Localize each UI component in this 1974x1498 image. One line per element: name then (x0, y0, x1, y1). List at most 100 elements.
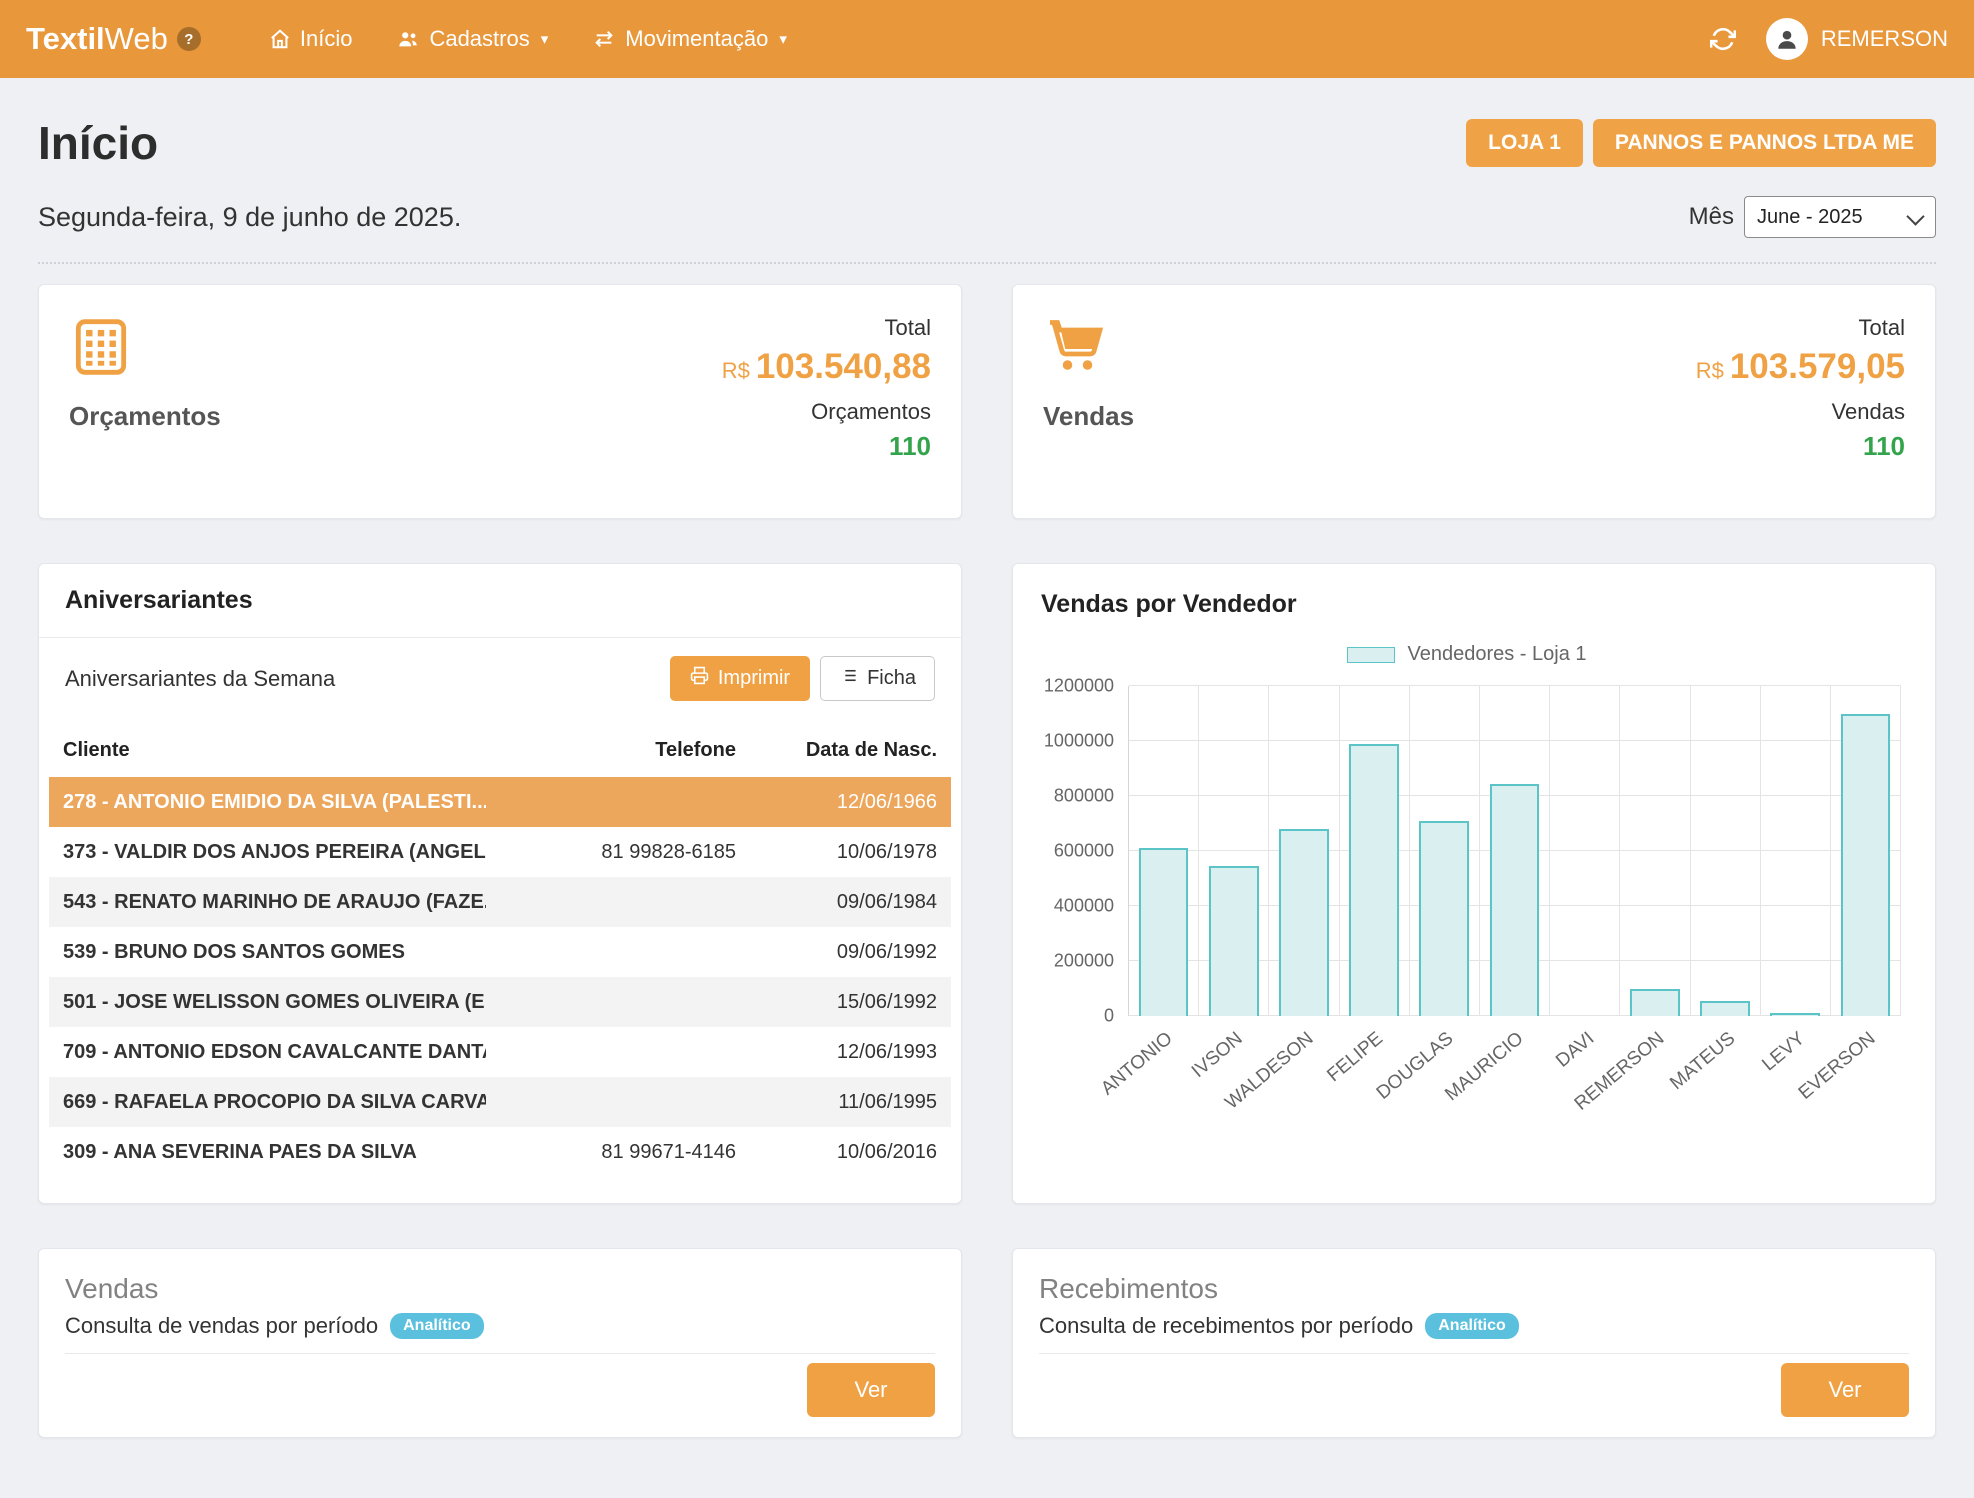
ver-recebimentos-button[interactable]: Ver (1781, 1363, 1909, 1417)
brand-light: Web (105, 21, 168, 57)
nav-item-label: Início (300, 26, 353, 52)
table-row[interactable]: 309 - ANA SEVERINA PAES DA SILVA 81 9967… (49, 1127, 951, 1177)
legend-swatch (1347, 647, 1395, 663)
chart-y-labels: 020000040000060000080000010000001200000 (1033, 686, 1128, 1016)
chart-plot (1128, 686, 1901, 1016)
nav-item-cadastros[interactable]: Cadastros ▾ (374, 0, 570, 78)
bar-mateus (1700, 1001, 1750, 1016)
summary-card-name: Orçamentos (69, 401, 221, 432)
table-row[interactable]: 373 - VALDIR DOS ANJOS PEREIRA (ANGELA) … (49, 827, 951, 877)
count-label: Orçamentos (722, 399, 931, 425)
nav-items: Início Cadastros ▾ Movimentação ▾ (247, 0, 809, 78)
cell-cliente: 278 - ANTONIO EMIDIO DA SILVA (PALESTI..… (49, 791, 486, 814)
table-header: Cliente Telefone Data de Nasc. (49, 723, 951, 777)
bar-mauricio (1490, 784, 1540, 1016)
count-value: 110 (1696, 431, 1905, 462)
recebimentos-report-card: Recebimentos Consulta de recebimentos po… (1012, 1248, 1936, 1438)
table-row[interactable]: 539 - BRUNO DOS SANTOS GOMES 09/06/1992 (49, 927, 951, 977)
chart-bar-slot (1831, 686, 1901, 1016)
cell-cliente: 309 - ANA SEVERINA PAES DA SILVA (49, 1141, 486, 1164)
month-select[interactable]: June - 2025 (1744, 196, 1936, 238)
chart-bar-slot (1410, 686, 1480, 1016)
chart-bar-slot (1269, 686, 1339, 1016)
bar-ivson (1209, 866, 1259, 1016)
chart-legend[interactable]: Vendedores - Loja 1 (1033, 643, 1901, 666)
print-button[interactable]: Imprimir (670, 656, 810, 701)
total-amount: 103.540,88 (756, 347, 931, 386)
table-row[interactable]: 543 - RENATO MARINHO DE ARAUJO (FAZE... … (49, 877, 951, 927)
chart-x-labels: ANTONIOIVSONWALDESONFELIPEDOUGLASMAURICI… (1128, 1016, 1901, 1100)
refresh-icon[interactable] (1706, 22, 1740, 56)
card-vendas: Vendas Total R$103.579,05 Vendas 110 (1012, 284, 1936, 519)
navbar: TextilWeb ? Início Cadastros ▾ Movimenta… (0, 0, 1974, 78)
cell-data: 12/06/1993 (736, 1041, 951, 1064)
cell-cliente: 501 - JOSE WELISSON GOMES OLIVEIRA (E... (49, 991, 486, 1014)
caret-down-icon: ▾ (541, 30, 549, 48)
nav-item-inicio[interactable]: Início (247, 0, 375, 78)
printer-icon (690, 666, 709, 691)
cell-cliente: 669 - RAFAELA PROCOPIO DA SILVA CARVA... (49, 1091, 486, 1114)
cell-data: 09/06/1992 (736, 941, 951, 964)
nav-item-movimentacao[interactable]: Movimentação ▾ (570, 0, 809, 78)
divider (65, 1353, 935, 1354)
total-label: Total (1696, 315, 1905, 341)
store-button[interactable]: LOJA 1 (1466, 119, 1583, 167)
help-icon[interactable]: ? (177, 27, 201, 51)
print-button-label: Imprimir (718, 667, 790, 690)
current-date: Segunda-feira, 9 de junho de 2025. (38, 202, 461, 233)
divider (1039, 1353, 1909, 1354)
chart-bar-slot (1129, 686, 1199, 1016)
ficha-button[interactable]: Ficha (820, 656, 935, 701)
cell-cliente: 709 - ANTONIO EDSON CAVALCANTE DANTAS (49, 1041, 486, 1064)
nav-item-label: Cadastros (429, 26, 529, 52)
table-row[interactable]: 278 - ANTONIO EMIDIO DA SILVA (PALESTI..… (49, 777, 951, 827)
company-button[interactable]: PANNOS E PANNOS LTDA ME (1593, 119, 1936, 167)
analitico-badge: Analítico (1425, 1313, 1519, 1339)
table-row[interactable]: 709 - ANTONIO EDSON CAVALCANTE DANTAS 12… (49, 1027, 951, 1077)
divider (38, 262, 1936, 264)
list-icon (839, 666, 858, 691)
month-label: Mês (1689, 203, 1734, 231)
cell-data: 10/06/1978 (736, 841, 951, 864)
cell-cliente: 373 - VALDIR DOS ANJOS PEREIRA (ANGELA) (49, 841, 486, 864)
col-header-cliente: Cliente (49, 739, 486, 762)
total-amount: 103.579,05 (1730, 347, 1905, 386)
birthdays-subtitle: Aniversariantes da Semana (65, 666, 335, 692)
ver-vendas-button[interactable]: Ver (807, 1363, 935, 1417)
home-icon (269, 28, 291, 50)
birthdays-title: Aniversariantes (39, 564, 961, 638)
vendas-report-card: Vendas Consulta de vendas por período An… (38, 1248, 962, 1438)
cell-cliente: 539 - BRUNO DOS SANTOS GOMES (49, 941, 486, 964)
sales-chart-panel: Vendas por Vendedor Vendedores - Loja 1 … (1012, 563, 1936, 1204)
cell-data: 12/06/1966 (736, 791, 951, 814)
chart-bar-slot (1761, 686, 1831, 1016)
cell-telefone: 81 99671-4146 (486, 1141, 736, 1164)
report-title: Vendas (65, 1273, 935, 1305)
cart-icon (1043, 315, 1107, 379)
brand-logo[interactable]: TextilWeb ? (26, 21, 201, 57)
bar-remerson (1630, 989, 1680, 1017)
y-tick-label: 200000 (1054, 951, 1114, 972)
table-row[interactable]: 669 - RAFAELA PROCOPIO DA SILVA CARVA...… (49, 1077, 951, 1127)
chart-bar-slot (1691, 686, 1761, 1016)
birthdays-table: Cliente Telefone Data de Nasc. 278 - ANT… (49, 723, 951, 1177)
cell-data: 11/06/1995 (736, 1091, 951, 1114)
report-description: Consulta de recebimentos por período (1039, 1313, 1413, 1339)
avatar (1766, 18, 1808, 60)
cell-data: 15/06/1992 (736, 991, 951, 1014)
calculator-icon (69, 315, 133, 379)
page: Início LOJA 1 PANNOS E PANNOS LTDA ME Se… (0, 116, 1974, 1498)
nav-item-label: Movimentação (625, 26, 768, 52)
count-value: 110 (722, 431, 931, 462)
caret-down-icon: ▾ (779, 30, 787, 48)
user-menu[interactable]: REMERSON (1766, 18, 1948, 60)
cell-data: 09/06/1984 (736, 891, 951, 914)
cell-cliente: 543 - RENATO MARINHO DE ARAUJO (FAZE... (49, 891, 486, 914)
col-header-telefone: Telefone (486, 739, 736, 762)
table-row[interactable]: 501 - JOSE WELISSON GOMES OLIVEIRA (E...… (49, 977, 951, 1027)
brand-bold: Textil (26, 21, 105, 57)
month-select-wrap: June - 2025 (1744, 196, 1936, 238)
bar-felipe (1349, 744, 1399, 1016)
y-tick-label: 600000 (1054, 841, 1114, 862)
cell-telefone: 81 99828-6185 (486, 841, 736, 864)
